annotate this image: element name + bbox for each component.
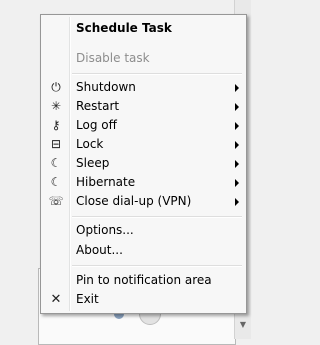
menu-separator (72, 73, 242, 75)
menu-item-about[interactable]: About... (43, 241, 244, 260)
menu-item-disable-task: Disable task (43, 49, 244, 68)
key-icon: ⚷ (51, 118, 61, 132)
menu-separator (72, 265, 242, 267)
menu-item-restart[interactable]: ✳ Restart (43, 97, 244, 116)
submenu-arrow-icon (235, 160, 239, 168)
restart-label: Restart (76, 99, 120, 113)
schedule-task-label: Schedule Task (76, 21, 172, 35)
menu-item-sleep[interactable]: ☾ Sleep (43, 154, 244, 173)
hibernate-label: Hibernate (76, 175, 136, 189)
menu-separator (72, 216, 242, 218)
pin-label: Pin to notification area (76, 273, 212, 287)
submenu-arrow-icon (235, 122, 239, 130)
moon-icon: ☾ (50, 175, 62, 189)
disable-task-label: Disable task (76, 51, 150, 65)
close-dialup-label: Close dial-up (VPN) (76, 194, 192, 208)
context-menu: Schedule Task Disable task ⏻ Shutdown ✳ … (40, 14, 247, 314)
submenu-arrow-icon (235, 198, 239, 206)
submenu-arrow-icon (235, 84, 239, 92)
exit-label: Exit (76, 292, 99, 306)
options-label: Options... (76, 223, 134, 237)
menu-item-shutdown[interactable]: ⏻ Shutdown (43, 78, 244, 97)
shutdown-label: Shutdown (76, 80, 136, 94)
lock-label: Lock (76, 137, 104, 151)
sleep-label: Sleep (76, 156, 110, 170)
menu-item-hibernate[interactable]: ☾ Hibernate (43, 173, 244, 192)
lock-icon: ⊟ (50, 137, 62, 151)
menu-item-exit[interactable]: ✕ Exit (43, 290, 244, 309)
moon-icon: ☾ (50, 156, 62, 170)
close-icon: ✕ (50, 292, 62, 307)
about-label: About... (76, 243, 123, 257)
log-off-label: Log off (76, 118, 117, 132)
menu-item-options[interactable]: Options... (43, 221, 244, 240)
submenu-arrow-icon (235, 179, 239, 187)
menu-item-close-dialup[interactable]: ☏ Close dial-up (VPN) (43, 192, 244, 211)
menu-item-log-off[interactable]: ⚷ Log off (43, 116, 244, 135)
restart-icon: ✳ (50, 99, 62, 113)
power-icon: ⏻ (51, 80, 61, 94)
submenu-arrow-icon (235, 103, 239, 111)
menu-item-schedule-task[interactable]: Schedule Task (43, 19, 244, 38)
submenu-arrow-icon (235, 141, 239, 149)
telephone-icon: ☏ (48, 194, 64, 208)
menu-item-pin-to-notification-area[interactable]: Pin to notification area (43, 271, 244, 290)
scroll-down-arrow-icon[interactable]: ▼ (238, 320, 248, 330)
menu-item-lock[interactable]: ⊟ Lock (43, 135, 244, 154)
